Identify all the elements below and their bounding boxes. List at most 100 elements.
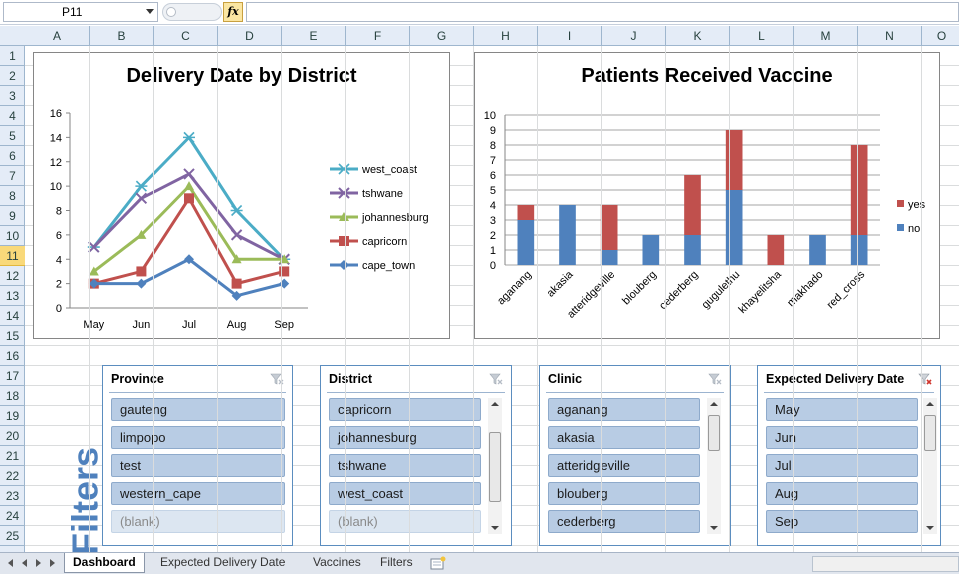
row-header[interactable]: 9 xyxy=(0,206,25,226)
row-header[interactable]: 15 xyxy=(0,326,25,346)
row-header[interactable]: 19 xyxy=(0,406,25,426)
slicer-item[interactable]: tshwane xyxy=(329,454,481,477)
slicer-item[interactable]: Jul xyxy=(766,454,918,477)
scroll-up-icon[interactable] xyxy=(926,402,934,406)
x-tick-label: Aug xyxy=(227,319,247,331)
row-header[interactable]: 11 xyxy=(0,246,25,266)
slicer-item[interactable]: atteridgeville xyxy=(548,454,700,477)
slicer-scrollbar[interactable] xyxy=(923,398,937,534)
row-header[interactable]: 24 xyxy=(0,506,25,526)
slicer-item[interactable]: limpopo xyxy=(111,426,285,449)
row-header[interactable]: 2 xyxy=(0,66,25,86)
worksheet-grid[interactable]: Delivery Date by District 0 2 4 6 8 10 12 14 16 M… xyxy=(25,46,959,552)
slicer-item[interactable]: johannesburg xyxy=(329,426,481,449)
slicer-expected-delivery-date[interactable]: Expected Delivery Date May Jun Jul Aug S… xyxy=(757,365,941,546)
tab-expected-delivery-date[interactable]: Expected Delivery Date xyxy=(152,553,293,573)
line-chart[interactable]: Delivery Date by District 0 2 4 6 8 10 12 14 16 M… xyxy=(33,52,450,339)
scroll-down-icon[interactable] xyxy=(491,526,499,530)
y-tick-label: 2 xyxy=(56,279,62,291)
column-header[interactable]: O xyxy=(922,26,959,46)
row-header[interactable]: 21 xyxy=(0,446,25,466)
horizontal-scrollbar[interactable] xyxy=(812,556,959,572)
row-header[interactable]: 4 xyxy=(0,106,25,126)
slicer-item[interactable]: aganang xyxy=(548,398,700,421)
column-header[interactable]: H xyxy=(474,26,538,46)
slicer-item[interactable]: gauteng xyxy=(111,398,285,421)
tab-filters[interactable]: Filters xyxy=(372,553,421,573)
row-header[interactable]: 5 xyxy=(0,126,25,146)
scroll-thumb[interactable] xyxy=(924,415,936,451)
scroll-thumb[interactable] xyxy=(489,432,501,502)
x-tick-label: aganang xyxy=(495,269,534,308)
scroll-down-icon[interactable] xyxy=(710,526,718,530)
slicer-scrollbar[interactable] xyxy=(707,398,721,534)
prev-sheet-icon[interactable] xyxy=(22,559,27,567)
row-header[interactable]: 13 xyxy=(0,286,25,306)
slicer-item[interactable]: Aug xyxy=(766,482,918,505)
column-header[interactable]: B xyxy=(90,26,154,46)
column-header[interactable]: A xyxy=(25,26,90,46)
row-header[interactable]: 7 xyxy=(0,166,25,186)
column-header[interactable]: N xyxy=(858,26,922,46)
column-header[interactable]: D xyxy=(218,26,282,46)
scroll-down-icon[interactable] xyxy=(926,526,934,530)
column-header[interactable]: E xyxy=(282,26,346,46)
slicer-district[interactable]: District capricorn johannesburg tshwane … xyxy=(320,365,512,546)
row-header[interactable]: 23 xyxy=(0,486,25,506)
row-header[interactable]: 6 xyxy=(0,146,25,166)
slicer-item[interactable]: (blank) xyxy=(111,510,285,533)
row-header[interactable]: 18 xyxy=(0,386,25,406)
name-box[interactable]: P11 xyxy=(3,2,158,22)
column-header[interactable]: L xyxy=(730,26,794,46)
bar-chart[interactable]: Patients Received Vaccine 0 1 2 3 4 5 6 7 8 9 10 ag… xyxy=(474,52,940,339)
gridline xyxy=(25,345,959,346)
first-sheet-icon[interactable] xyxy=(8,559,13,567)
clear-filter-icon[interactable] xyxy=(489,373,503,385)
row-header[interactable]: 20 xyxy=(0,426,25,446)
column-header[interactable]: G xyxy=(410,26,474,46)
slicer-item[interactable]: test xyxy=(111,454,285,477)
formula-bar-resize-handle[interactable] xyxy=(162,3,222,21)
slicer-item[interactable]: western_cape xyxy=(111,482,285,505)
row-header[interactable]: 25 xyxy=(0,526,25,546)
slicer-item[interactable]: west_coast xyxy=(329,482,481,505)
column-header[interactable]: C xyxy=(154,26,218,46)
last-sheet-icon[interactable] xyxy=(50,559,55,567)
column-header[interactable]: I xyxy=(538,26,602,46)
scroll-up-icon[interactable] xyxy=(491,402,499,406)
row-header[interactable]: 12 xyxy=(0,266,25,286)
slicer-item[interactable]: May xyxy=(766,398,918,421)
chevron-down-icon[interactable] xyxy=(146,9,154,14)
slicer-item[interactable]: akasia xyxy=(548,426,700,449)
row-header[interactable]: 17 xyxy=(0,366,25,386)
slicer-item[interactable]: capricorn xyxy=(329,398,481,421)
slicer-item[interactable]: Jun xyxy=(766,426,918,449)
row-header[interactable]: 10 xyxy=(0,226,25,246)
slicer-item[interactable]: (blank) xyxy=(329,510,481,533)
next-sheet-icon[interactable] xyxy=(36,559,41,567)
insert-worksheet-icon[interactable] xyxy=(430,556,446,570)
slicer-item[interactable]: blouberg xyxy=(548,482,700,505)
insert-function-button[interactable]: fx xyxy=(223,2,243,22)
tab-vaccines[interactable]: Vaccines xyxy=(305,553,369,573)
tab-dashboard[interactable]: Dashboard xyxy=(64,553,145,573)
formula-input[interactable] xyxy=(246,2,959,22)
row-header[interactable]: 8 xyxy=(0,186,25,206)
clear-filter-icon[interactable] xyxy=(708,373,722,385)
row-header[interactable]: 14 xyxy=(0,306,25,326)
row-header[interactable]: 1 xyxy=(0,46,25,66)
row-header[interactable]: 16 xyxy=(0,346,25,366)
slicer-item[interactable]: Sep xyxy=(766,510,918,533)
slicer-scrollbar[interactable] xyxy=(488,398,502,534)
column-header[interactable]: K xyxy=(666,26,730,46)
scroll-thumb[interactable] xyxy=(708,415,720,451)
column-header[interactable]: F xyxy=(346,26,410,46)
column-header[interactable]: J xyxy=(602,26,666,46)
slicer-province[interactable]: Province gauteng limpopo test western_ca… xyxy=(102,365,293,546)
scroll-up-icon[interactable] xyxy=(710,402,718,406)
slicer-item[interactable]: cederberg xyxy=(548,510,700,533)
slicer-clinic[interactable]: Clinic aganang akasia atteridgeville blo… xyxy=(539,365,731,546)
row-header[interactable]: 22 xyxy=(0,466,25,486)
column-header[interactable]: M xyxy=(794,26,858,46)
row-header[interactable]: 3 xyxy=(0,86,25,106)
